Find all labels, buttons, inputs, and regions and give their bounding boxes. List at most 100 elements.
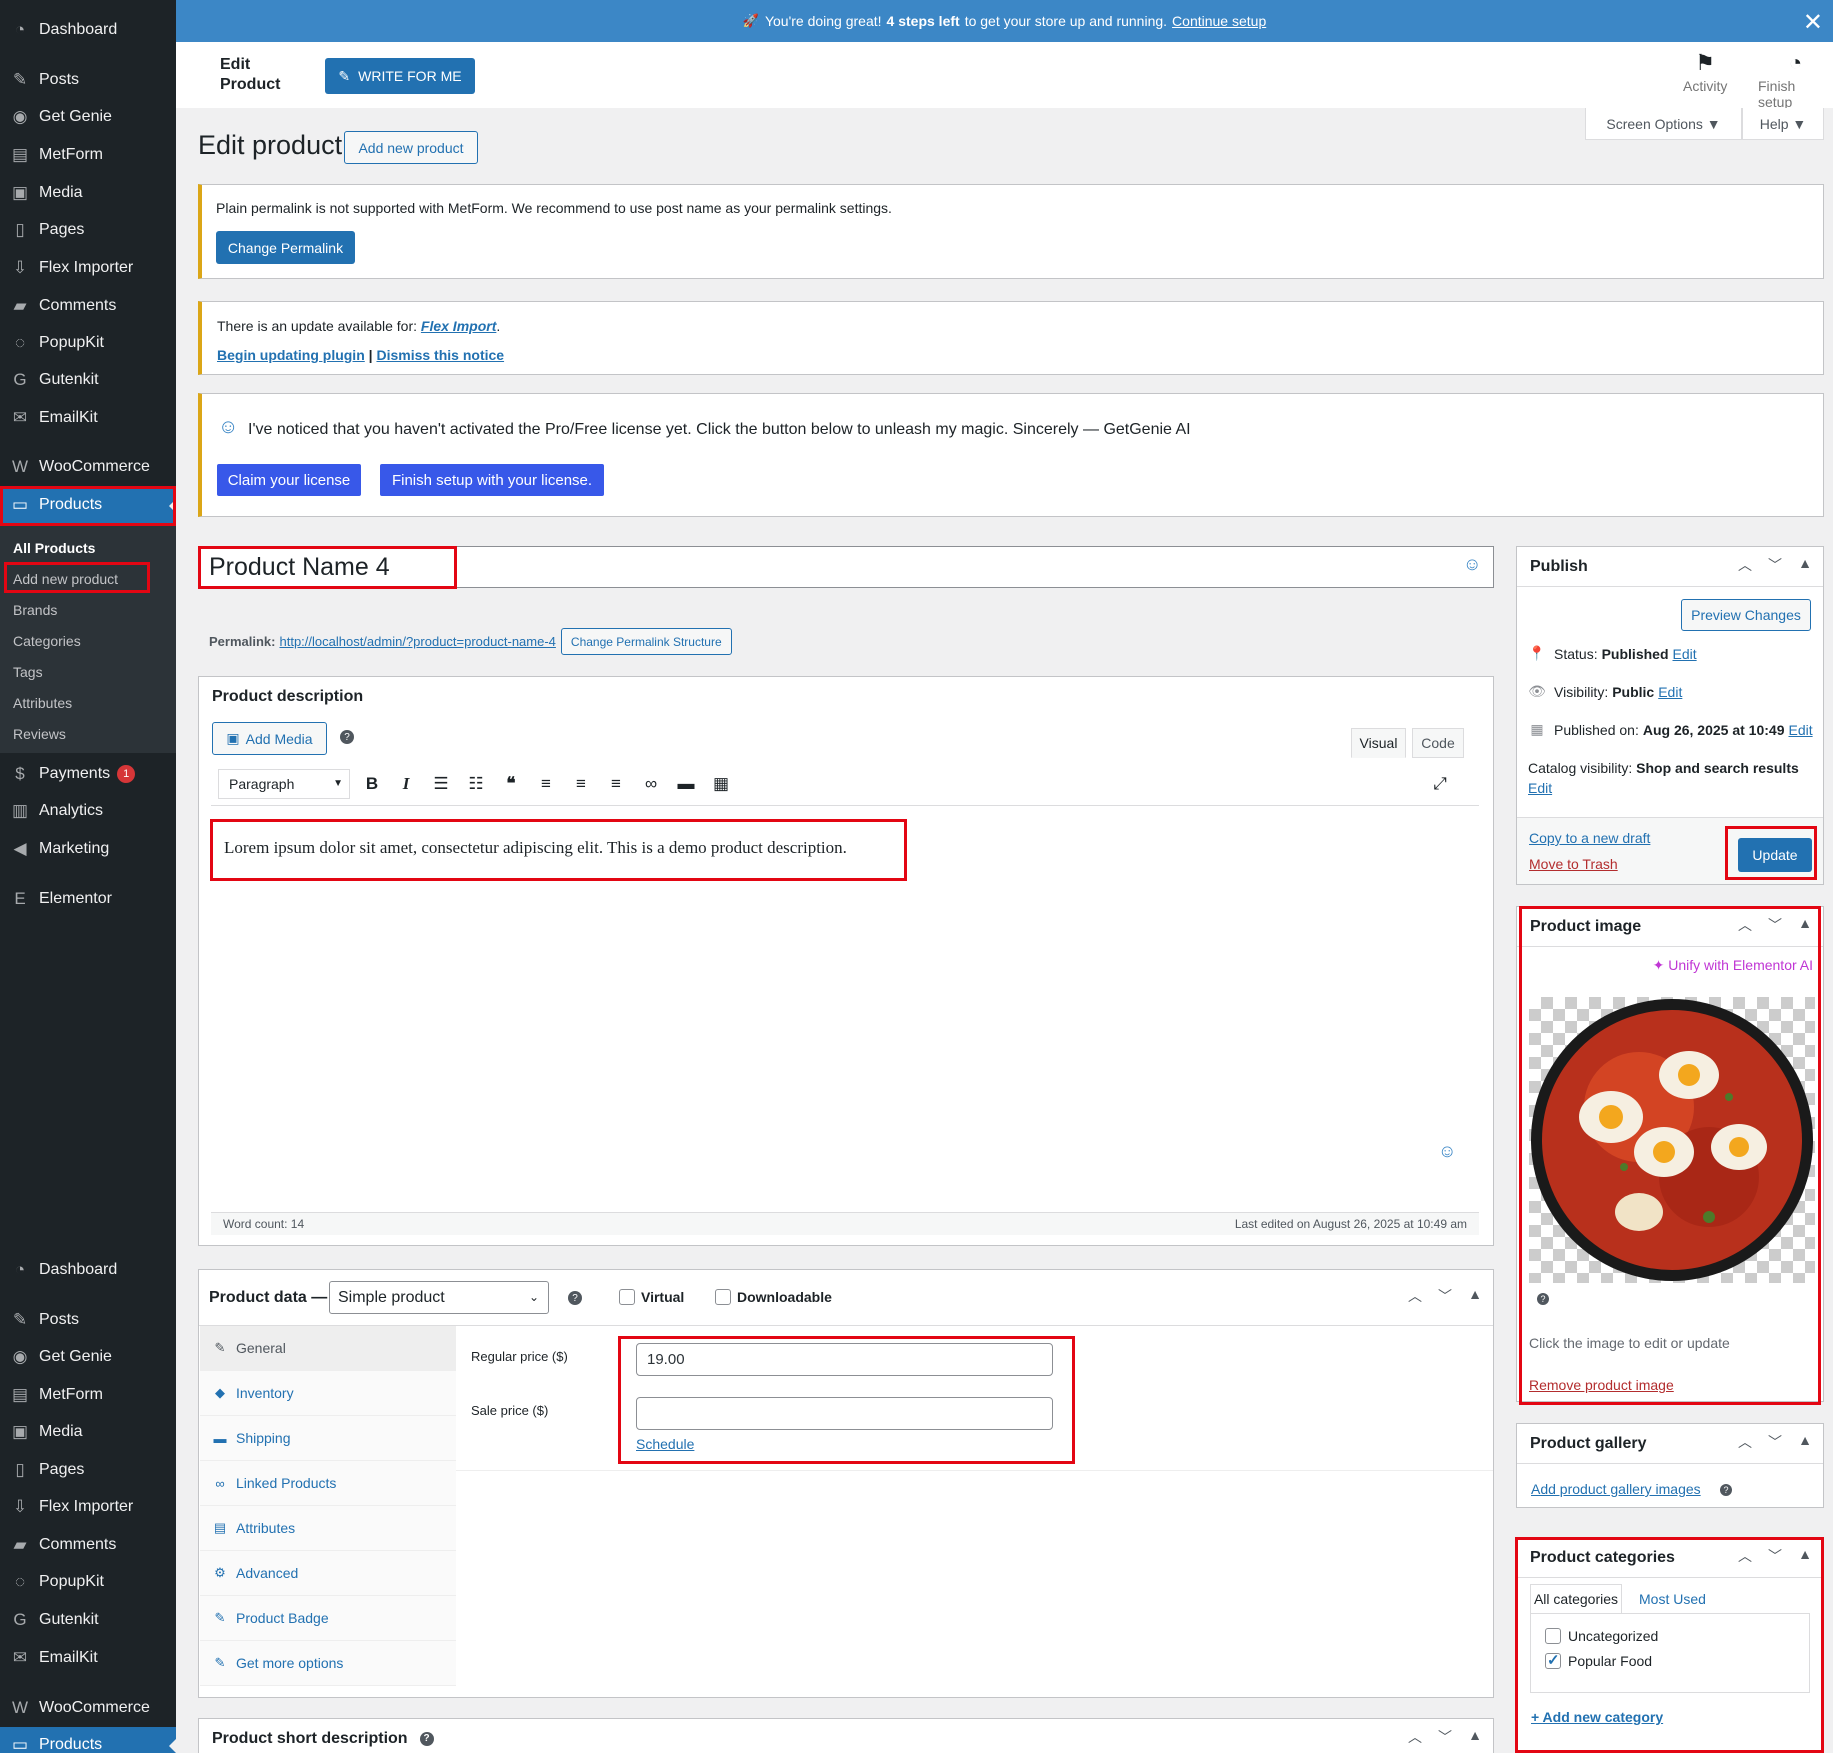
status-edit-link[interactable]: Edit bbox=[1673, 646, 1697, 662]
collapse-icon[interactable]: ▲ bbox=[1793, 1546, 1817, 1566]
collapse-icon[interactable]: ▲ bbox=[1793, 915, 1817, 935]
help-icon[interactable]: ? bbox=[419, 1731, 434, 1746]
category-item-uncategorized[interactable]: Uncategorized bbox=[1545, 1628, 1658, 1644]
sidebar-item-comments[interactable]: ▰ Comments bbox=[0, 1527, 176, 1563]
help-button[interactable]: Help ▼ bbox=[1742, 108, 1824, 140]
help-icon[interactable]: ? bbox=[568, 1291, 582, 1305]
align-right-icon[interactable]: ≡ bbox=[604, 772, 628, 796]
sidebar-item-woocommerce[interactable]: W WooCommerce bbox=[0, 1690, 176, 1726]
virtual-checkbox-box[interactable] bbox=[619, 1289, 635, 1305]
sidebar-item-woocommerce[interactable]: W WooCommerce bbox=[0, 449, 176, 485]
virtual-checkbox[interactable]: Virtual bbox=[619, 1289, 684, 1305]
sidebar-item-emailkit[interactable]: ✉ EmailKit bbox=[0, 400, 176, 436]
flex-import-link[interactable]: Flex Import bbox=[421, 318, 496, 334]
sidebar-item-pages[interactable]: ▯ Pages bbox=[0, 1452, 176, 1488]
visibility-edit-link[interactable]: Edit bbox=[1658, 684, 1682, 700]
collapse-icon[interactable]: ▲ bbox=[1793, 1432, 1817, 1452]
sidebar-item-popupkit[interactable]: ◌ PopupKit bbox=[0, 325, 176, 361]
tab-general[interactable]: ✎ General bbox=[200, 1326, 456, 1371]
sidebar-item-elementor[interactable]: E Elementor bbox=[0, 881, 176, 917]
editor-content[interactable]: Lorem ipsum dolor sit amet, consectetur … bbox=[211, 806, 1479, 1212]
add-new-category-link[interactable]: + Add new category bbox=[1531, 1709, 1663, 1725]
regular-price-input[interactable]: 19.00 bbox=[636, 1343, 1053, 1376]
preview-changes-button[interactable]: Preview Changes bbox=[1681, 599, 1811, 631]
finish-setup-button[interactable]: ◔ Finish setup bbox=[1758, 50, 1833, 110]
sidebar-item-media[interactable]: ▣ Media bbox=[0, 175, 176, 211]
move-down-icon[interactable]: ﹀ bbox=[1433, 1286, 1457, 1306]
sidebar-item-popupkit[interactable]: ◌ PopupKit bbox=[0, 1564, 176, 1600]
product-type-select[interactable]: Simple product ⌄ bbox=[329, 1281, 549, 1314]
submenu-item-brands[interactable]: Brands bbox=[13, 602, 57, 618]
genie-icon[interactable]: ☺ bbox=[1438, 1141, 1456, 1162]
tab-product-badge[interactable]: ✎ Product Badge bbox=[200, 1596, 456, 1641]
move-up-icon[interactable]: ︿ bbox=[1733, 1432, 1757, 1452]
move-up-icon[interactable]: ︿ bbox=[1403, 1727, 1427, 1747]
sidebar-item-marketing[interactable]: ◀ Marketing bbox=[0, 831, 176, 867]
tab-attributes[interactable]: ▤ Attributes bbox=[200, 1506, 456, 1551]
sidebar-item-flex-importer[interactable]: ⇩ Flex Importer bbox=[0, 250, 176, 286]
link-icon[interactable]: ∞ bbox=[639, 772, 663, 796]
help-icon[interactable]: ? bbox=[1720, 1484, 1732, 1496]
sidebar-item-products[interactable]: ▭ Products bbox=[0, 487, 176, 523]
sidebar-item-metform[interactable]: ▤ MetForm bbox=[0, 137, 176, 173]
italic-icon[interactable]: I bbox=[394, 772, 418, 796]
bold-icon[interactable]: B bbox=[360, 772, 384, 796]
sidebar-item-products[interactable]: ▭ Products bbox=[0, 1727, 176, 1753]
move-up-icon[interactable]: ︿ bbox=[1733, 1546, 1757, 1566]
tab-advanced[interactable]: ⚙ Advanced bbox=[200, 1551, 456, 1596]
continue-setup-link[interactable]: Continue setup bbox=[1172, 13, 1266, 29]
downloadable-checkbox[interactable]: Downloadable bbox=[715, 1289, 832, 1305]
tab-get-more-options[interactable]: ✎ Get more options bbox=[200, 1641, 456, 1686]
sidebar-item-posts[interactable]: ✎ Posts bbox=[0, 1302, 176, 1338]
sidebar-item-gutenkit[interactable]: G Gutenkit bbox=[0, 1602, 176, 1638]
tab-visual[interactable]: Visual bbox=[1351, 728, 1406, 758]
category-checkbox[interactable] bbox=[1545, 1628, 1561, 1644]
begin-update-link[interactable]: Begin updating plugin bbox=[217, 347, 365, 363]
read-more-icon[interactable]: ▬ bbox=[674, 772, 698, 796]
move-up-icon[interactable]: ︿ bbox=[1403, 1286, 1427, 1306]
add-media-button[interactable]: ▣ Add Media bbox=[212, 722, 327, 755]
submenu-item-attributes[interactable]: Attributes bbox=[13, 695, 72, 711]
numbered-list-icon[interactable]: ☷ bbox=[464, 772, 488, 796]
write-for-me-button[interactable]: ✎ WRITE FOR ME bbox=[325, 58, 475, 94]
sidebar-item-get-genie[interactable]: ◉ Get Genie bbox=[0, 1339, 176, 1375]
tab-linked-products[interactable]: ∞ Linked Products bbox=[200, 1461, 456, 1506]
change-permalink-structure-button[interactable]: Change Permalink Structure bbox=[560, 628, 732, 655]
move-to-trash-link[interactable]: Move to Trash bbox=[1529, 856, 1618, 872]
sidebar-item-posts[interactable]: ✎ Posts bbox=[0, 62, 176, 98]
sidebar-item-flex-importer[interactable]: ⇩ Flex Importer bbox=[0, 1489, 176, 1525]
screen-options-button[interactable]: Screen Options ▼ bbox=[1585, 108, 1742, 140]
tab-inventory[interactable]: ◆ Inventory bbox=[200, 1371, 456, 1416]
align-center-icon[interactable]: ≡ bbox=[569, 772, 593, 796]
add-new-product-button[interactable]: Add new product bbox=[344, 131, 478, 164]
downloadable-checkbox-box[interactable] bbox=[715, 1289, 731, 1305]
collapse-icon[interactable]: ▲ bbox=[1463, 1286, 1487, 1306]
product-title-input[interactable]: Product Name 4 bbox=[198, 546, 1494, 588]
tab-most-used[interactable]: Most Used bbox=[1639, 1591, 1706, 1607]
update-button[interactable]: Update bbox=[1738, 838, 1812, 872]
published-edit-link[interactable]: Edit bbox=[1788, 722, 1812, 738]
dismiss-notice-link[interactable]: Dismiss this notice bbox=[376, 347, 504, 363]
permalink-url[interactable]: http://localhost/admin/?product=product-… bbox=[279, 634, 555, 649]
category-item-popular-food[interactable]: Popular Food bbox=[1545, 1651, 1652, 1669]
tab-code[interactable]: Code bbox=[1412, 728, 1464, 758]
genie-icon[interactable]: ☺ bbox=[1463, 554, 1481, 575]
remove-image-link[interactable]: Remove product image bbox=[1529, 1377, 1674, 1393]
align-left-icon[interactable]: ≡ bbox=[534, 772, 558, 796]
submenu-item-add-new-product[interactable]: Add new product bbox=[13, 571, 118, 587]
catalog-edit-link[interactable]: Edit bbox=[1528, 780, 1552, 796]
submenu-item-all-products[interactable]: All Products bbox=[13, 540, 95, 556]
move-down-icon[interactable]: ﹀ bbox=[1763, 555, 1787, 575]
bullet-list-icon[interactable]: ☰ bbox=[429, 772, 453, 796]
collapse-icon[interactable]: ▲ bbox=[1793, 555, 1817, 575]
sidebar-item-payments[interactable]: $ Payments 1 bbox=[0, 756, 176, 792]
sidebar-item-analytics[interactable]: ▥ Analytics bbox=[0, 793, 176, 829]
close-icon[interactable]: ✕ bbox=[1803, 8, 1823, 37]
sidebar-item-get-genie[interactable]: ◉ Get Genie bbox=[0, 99, 176, 135]
category-checkbox[interactable] bbox=[1545, 1651, 1561, 1669]
paragraph-select[interactable]: Paragraph ▼ bbox=[218, 769, 350, 799]
sidebar-item-comments[interactable]: ▰ Comments bbox=[0, 288, 176, 324]
schedule-link[interactable]: Schedule bbox=[636, 1436, 694, 1452]
move-down-icon[interactable]: ﹀ bbox=[1763, 1432, 1787, 1452]
toolbar-toggle-icon[interactable]: ▦ bbox=[709, 772, 733, 796]
